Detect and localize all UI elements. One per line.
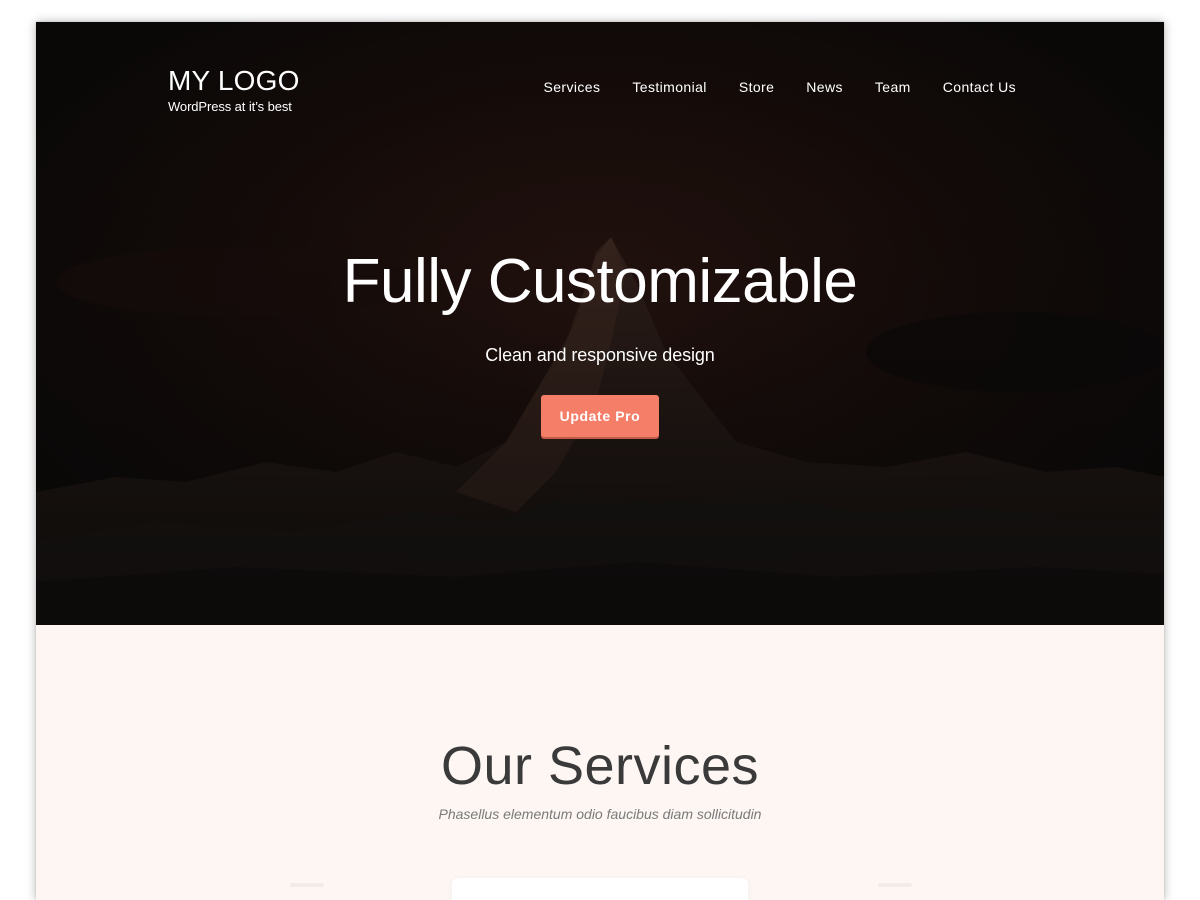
update-pro-button[interactable]: Update Pro <box>541 395 659 437</box>
nav-item-testimonial[interactable]: Testimonial <box>632 78 706 96</box>
service-card[interactable] <box>452 878 748 900</box>
hero-subtitle: Clean and responsive design <box>485 345 715 365</box>
nav-item-team[interactable]: Team <box>875 78 911 96</box>
nav-item-news[interactable]: News <box>806 78 843 96</box>
service-card-placeholder-left <box>290 883 324 887</box>
hero-title: Fully Customizable <box>342 247 858 316</box>
site-header: MY LOGO WordPress at it’s best Services … <box>36 22 1164 142</box>
logo-tagline: WordPress at it’s best <box>168 99 292 114</box>
hero-section: MY LOGO WordPress at it’s best Services … <box>36 22 1164 625</box>
nav-menu: Services Testimonial Store News Team Con… <box>512 78 1017 96</box>
page-frame: MY LOGO WordPress at it’s best Services … <box>36 22 1164 900</box>
hero-content: Fully Customizable Clean and responsive … <box>36 247 1164 437</box>
services-title: Our Services <box>440 736 760 796</box>
site-logo[interactable]: MY LOGO WordPress at it’s best <box>168 65 300 116</box>
services-section: Our Services Phasellus elementum odio fa… <box>36 625 1164 900</box>
service-card-placeholder-right <box>878 883 912 887</box>
nav-item-store[interactable]: Store <box>739 78 774 96</box>
logo-title: MY LOGO <box>168 65 300 96</box>
services-subtitle: Phasellus elementum odio faucibus diam s… <box>438 806 762 822</box>
nav-item-contact-us[interactable]: Contact Us <box>943 78 1016 96</box>
nav-item-services[interactable]: Services <box>544 78 601 96</box>
